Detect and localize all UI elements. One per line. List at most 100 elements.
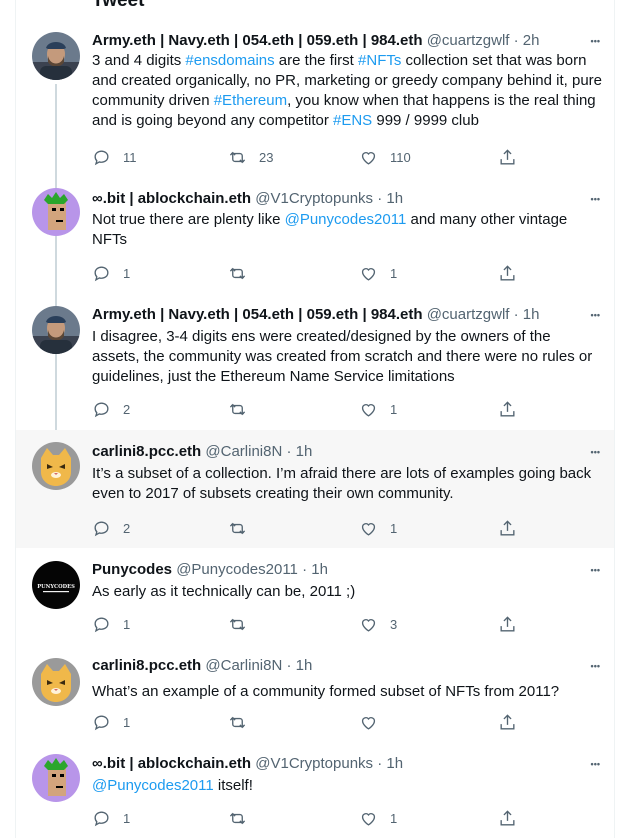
author-handle[interactable]: @cuartzgwlf — [427, 306, 510, 323]
more-icon[interactable]: ••• — [591, 194, 600, 204]
author-handle[interactable]: @cuartzgwlf — [427, 32, 510, 49]
retweet-button[interactable] — [228, 400, 259, 419]
tweet-article[interactable]: Army.eth | Navy.eth | 054.eth | 059.eth … — [16, 297, 614, 430]
share-button[interactable] — [498, 809, 517, 828]
author-name[interactable]: Army.eth | Navy.eth | 054.eth | 059.eth … — [92, 32, 423, 49]
like-button[interactable]: 1 — [359, 519, 397, 538]
tweet-link[interactable]: @Punycodes2011 — [285, 211, 407, 228]
author-handle[interactable]: @Carlini8N — [205, 657, 282, 674]
tweet-time[interactable]: 2h — [523, 32, 540, 49]
share-button[interactable] — [498, 519, 517, 538]
more-icon[interactable]: ••• — [591, 447, 600, 457]
reply-button[interactable]: 1 — [92, 264, 130, 283]
reply-count: 2 — [123, 521, 131, 536]
share-button[interactable] — [498, 400, 517, 419]
tweet-header: Army.eth | Navy.eth | 054.eth | 059.eth … — [92, 31, 600, 51]
tweet-link[interactable]: #Ethereum — [214, 92, 287, 109]
separator-dot: · — [373, 190, 387, 207]
retweet-button[interactable]: 23 — [228, 148, 273, 167]
author-name[interactable]: ∞.bit | ablockchain.eth — [92, 755, 251, 772]
more-icon[interactable]: ••• — [591, 759, 600, 769]
page-title: Tweet — [92, 0, 145, 11]
reply-button[interactable]: 1 — [92, 713, 130, 732]
like-button[interactable]: 3 — [359, 615, 397, 634]
avatar[interactable] — [32, 442, 80, 490]
share-button[interactable] — [498, 615, 517, 634]
reply-button[interactable]: 1 — [92, 615, 130, 634]
tweet-text-segment: Not true there are plenty like — [92, 211, 285, 228]
heart-icon — [361, 813, 376, 826]
tweet-text: I disagree, 3-4 digits ens were created/… — [92, 327, 602, 387]
retweet-button[interactable] — [228, 264, 259, 283]
like-count: 3 — [390, 617, 398, 632]
reply-button[interactable]: 2 — [92, 519, 130, 538]
author-name[interactable]: Punycodes — [92, 561, 172, 578]
tweet-text: Not true there are plenty like @Punycode… — [92, 210, 602, 250]
tweet-text-segment: 999 / 9999 club — [372, 112, 479, 129]
tweet-link[interactable]: #ensdomains — [185, 52, 274, 69]
heart-icon — [361, 268, 376, 281]
avatar[interactable] — [32, 306, 80, 354]
tweet-link[interactable]: @Punycodes2011 — [92, 777, 214, 794]
tweet-link[interactable]: #NFTs — [358, 52, 401, 69]
share-icon — [500, 265, 515, 281]
thread-connector — [55, 236, 57, 297]
reply-icon — [94, 811, 109, 827]
more-icon[interactable]: ••• — [591, 661, 600, 671]
more-icon[interactable]: ••• — [591, 565, 600, 575]
tweet-article[interactable]: PUNYCODES Punycodes @Punycodes2011 · 1h ••… — [16, 548, 614, 646]
retweet-button[interactable] — [228, 615, 259, 634]
author-name[interactable]: carlini8.pcc.eth — [92, 657, 201, 674]
like-button[interactable] — [359, 713, 390, 732]
reply-button[interactable]: 2 — [92, 400, 130, 419]
like-button[interactable]: 1 — [359, 264, 397, 283]
avatar[interactable]: PUNYCODES — [32, 561, 80, 609]
author-name[interactable]: carlini8.pcc.eth — [92, 443, 201, 460]
tweet-actions: 11 23 110 — [92, 148, 522, 168]
share-button[interactable] — [498, 148, 517, 167]
share-icon — [500, 149, 515, 165]
like-count: 1 — [390, 521, 398, 536]
avatar[interactable] — [32, 188, 80, 236]
tweet-text-segment: I disagree, 3-4 digits ens were created/… — [92, 328, 593, 385]
tweet-time[interactable]: 1h — [311, 561, 328, 578]
like-button[interactable]: 1 — [359, 809, 397, 828]
more-icon[interactable]: ••• — [591, 36, 600, 46]
share-button[interactable] — [498, 713, 517, 732]
share-button[interactable] — [498, 264, 517, 283]
tweet-text-segment: As early as it technically can be, 2011 … — [92, 583, 356, 600]
tweet-article[interactable]: carlini8.pcc.eth @Carlini8N · 1h ••• It’s … — [16, 430, 614, 548]
retweet-button[interactable] — [228, 713, 259, 732]
retweet-button[interactable] — [228, 519, 259, 538]
retweet-icon — [229, 716, 246, 729]
tweet-article[interactable]: Army.eth | Navy.eth | 054.eth | 059.eth … — [16, 20, 614, 200]
more-icon[interactable]: ••• — [591, 310, 600, 320]
like-button[interactable]: 1 — [359, 400, 397, 419]
author-name[interactable]: ∞.bit | ablockchain.eth — [92, 190, 251, 207]
avatar[interactable] — [32, 754, 80, 802]
tweet-article[interactable]: ∞.bit | ablockchain.eth @V1Cryptopunks ·… — [16, 745, 614, 838]
retweet-button[interactable] — [228, 809, 259, 828]
tweet-article[interactable]: carlini8.pcc.eth @Carlini8N · 1h ••• What’… — [16, 646, 614, 745]
reply-icon — [94, 521, 109, 537]
tweet-link[interactable]: #ENS — [333, 112, 372, 129]
tweet-time[interactable]: 1h — [296, 443, 313, 460]
avatar[interactable] — [32, 32, 80, 80]
avatar[interactable] — [32, 658, 80, 706]
author-handle[interactable]: @V1Cryptopunks — [255, 755, 373, 772]
reply-button[interactable]: 1 — [92, 809, 130, 828]
tweet-time[interactable]: 1h — [386, 755, 403, 772]
tweet-time[interactable]: 1h — [523, 306, 540, 323]
like-button[interactable]: 110 — [359, 148, 411, 167]
author-handle[interactable]: @Punycodes2011 — [176, 561, 298, 578]
tweet-time[interactable]: 1h — [296, 657, 313, 674]
retweet-icon — [229, 812, 246, 825]
author-handle[interactable]: @Carlini8N — [205, 443, 282, 460]
tweet-header: ∞.bit | ablockchain.eth @V1Cryptopunks ·… — [92, 189, 600, 209]
separator-dot: · — [282, 443, 296, 460]
tweet-article[interactable]: ∞.bit | ablockchain.eth @V1Cryptopunks ·… — [16, 180, 614, 297]
reply-button[interactable]: 11 — [92, 148, 137, 167]
author-handle[interactable]: @V1Cryptopunks — [255, 190, 373, 207]
tweet-time[interactable]: 1h — [386, 190, 403, 207]
author-name[interactable]: Army.eth | Navy.eth | 054.eth | 059.eth … — [92, 306, 423, 323]
